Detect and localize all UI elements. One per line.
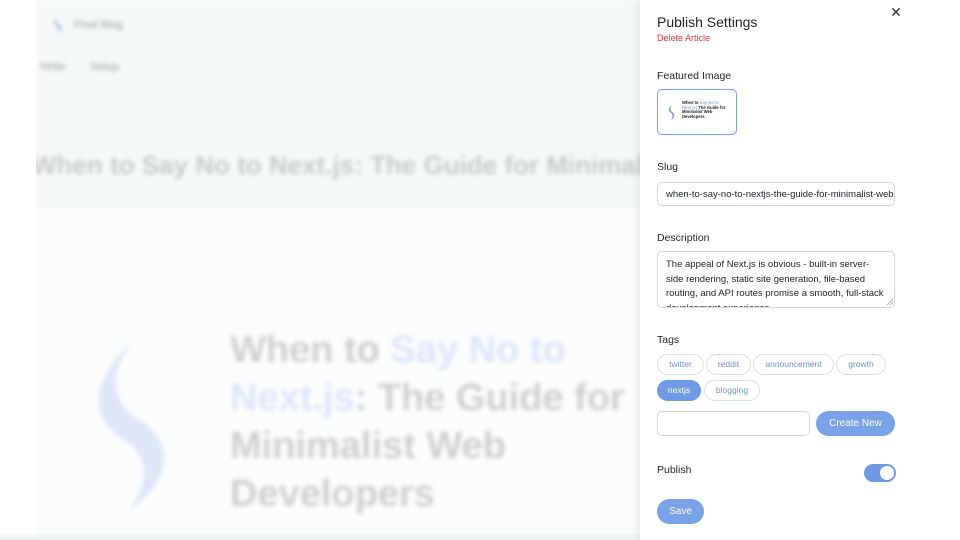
nav-item-write[interactable]: Write <box>40 61 65 73</box>
panel-title: Publish Settings <box>657 14 758 30</box>
new-tag-input[interactable] <box>657 411 810 436</box>
editor-header-band: Pixel Blog Write Setup When to Say No to… <box>32 0 882 208</box>
close-icon[interactable]: ✕ <box>890 5 902 19</box>
nav-item-setup[interactable]: Setup <box>90 61 119 73</box>
thumbnail-title: When to Say No to Next.js: The Guide for… <box>682 100 730 119</box>
thumbnail-flame-icon <box>668 104 675 120</box>
cover-flame-icon <box>98 340 165 510</box>
publish-label: Publish <box>657 464 692 476</box>
tags-label: Tags <box>657 334 680 346</box>
description-textarea[interactable]: The appeal of Next.js is obvious - built… <box>657 251 895 308</box>
tag-nextjs[interactable]: nextjs <box>657 380 701 401</box>
editor-main: Pixel Blog Write Setup When to Say No to… <box>32 0 882 540</box>
slug-input[interactable]: when-to-say-no-to-nextjs-the-guide-for-m… <box>657 182 895 206</box>
featured-image-label: Featured Image <box>657 70 732 82</box>
slug-label: Slug <box>657 161 679 173</box>
featured-image-thumbnail[interactable]: When to Say No to Next.js: The Guide for… <box>657 89 737 135</box>
publish-toggle[interactable] <box>864 464 896 482</box>
tag-announcement[interactable]: announcement <box>753 354 834 375</box>
cover-heading-part-1: When to <box>230 329 391 371</box>
brand-name[interactable]: Pixel Blog <box>74 19 123 31</box>
left-margin <box>0 0 36 540</box>
tag-reddit[interactable]: reddit <box>706 354 751 375</box>
save-button[interactable]: Save <box>657 499 704 524</box>
description-label: Description <box>657 232 710 244</box>
cover-heading: When to Say No to Next.js: The Guide for… <box>230 326 650 518</box>
tag-growth[interactable]: growth <box>836 354 886 375</box>
toggle-knob <box>880 466 894 480</box>
tag-blogging[interactable]: blogging <box>704 380 760 401</box>
delete-article-link[interactable]: Delete Article <box>657 33 710 43</box>
tag-twitter[interactable]: twitter <box>657 354 704 375</box>
create-new-button[interactable]: Create New <box>816 411 895 436</box>
brand-logo-icon <box>54 16 61 34</box>
resize-handle-icon[interactable] <box>886 298 894 306</box>
